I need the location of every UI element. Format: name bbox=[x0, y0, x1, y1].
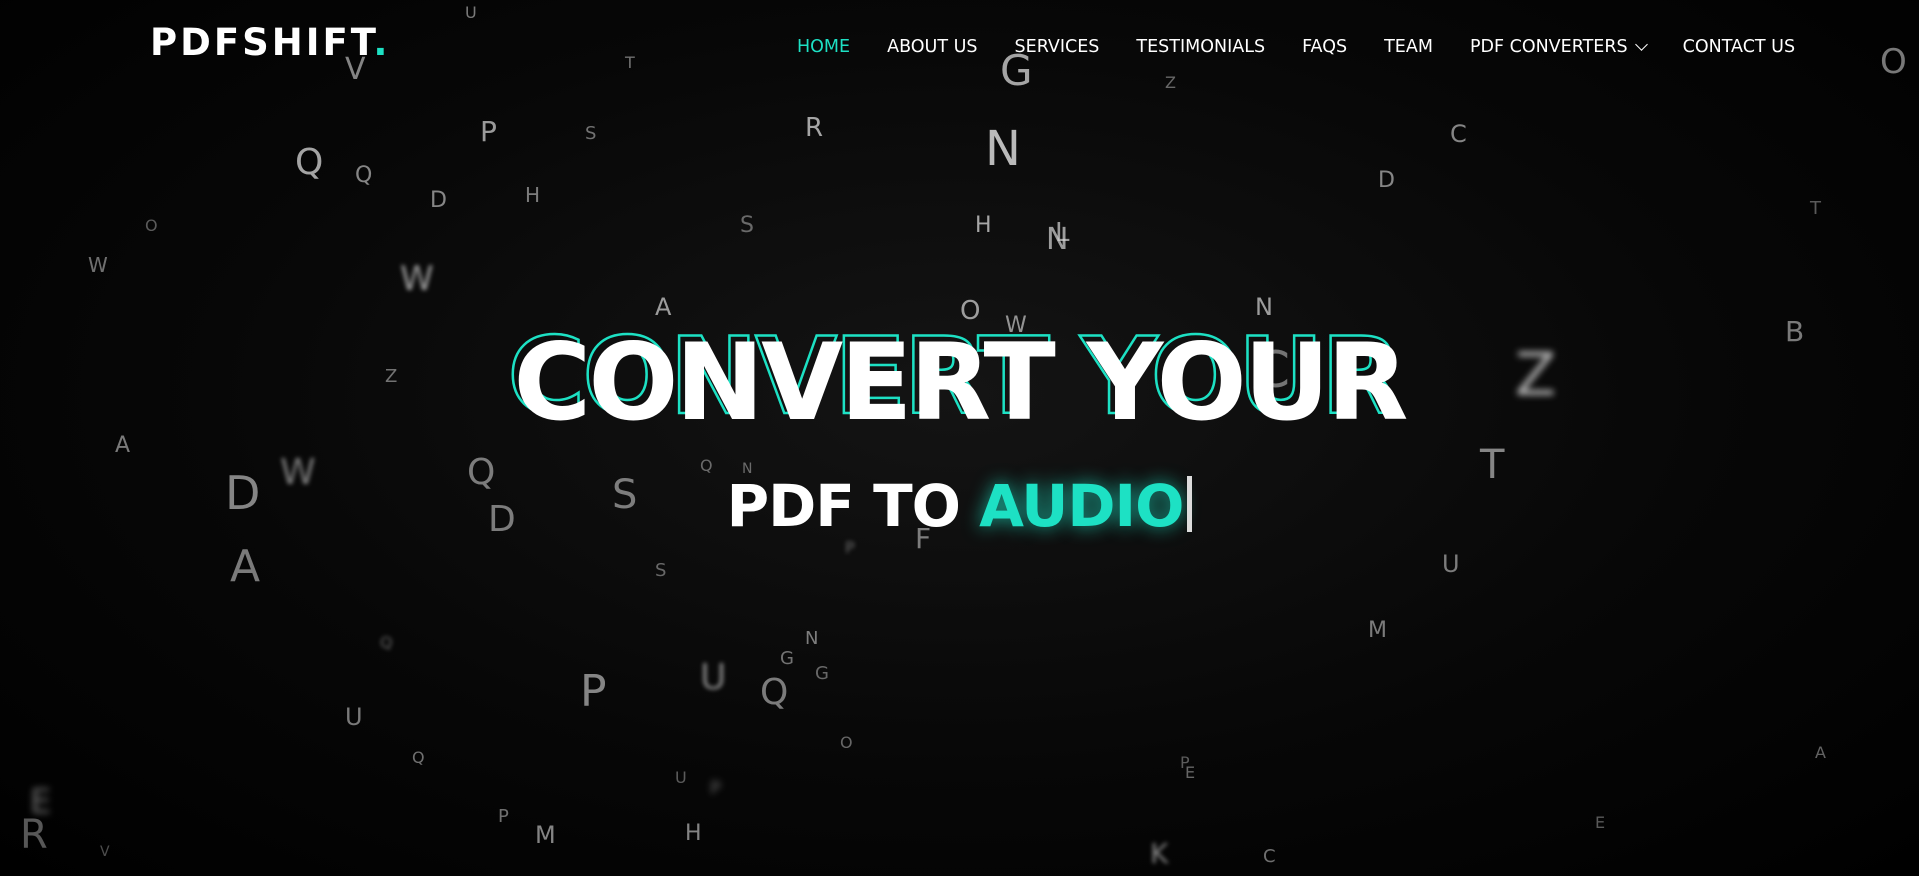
nav-item-label: PDF CONVERTERS bbox=[1469, 37, 1628, 57]
nav-item-about-us[interactable]: ABOUT US bbox=[887, 37, 977, 57]
background-letter: G bbox=[780, 648, 794, 669]
background-letter: U bbox=[700, 657, 727, 698]
background-letter: N bbox=[805, 628, 819, 649]
background-letter: S bbox=[655, 560, 667, 581]
background-letter: C bbox=[1263, 846, 1276, 867]
background-letter: K bbox=[1150, 837, 1169, 870]
background-letter: P bbox=[1180, 753, 1190, 772]
nav-item-label: SERVICES bbox=[1014, 37, 1100, 57]
background-letter: P bbox=[498, 806, 509, 827]
background-letter: T bbox=[1810, 198, 1821, 219]
background-letter: M bbox=[1368, 618, 1387, 643]
background-letter: P bbox=[845, 538, 855, 557]
brand-dot: . bbox=[373, 21, 391, 64]
background-letter: A bbox=[230, 541, 261, 592]
background-letter: P bbox=[710, 778, 721, 799]
nav-item-testimonials[interactable]: TESTIMONIALS bbox=[1136, 37, 1265, 57]
background-letter: H bbox=[685, 821, 702, 846]
background-letter: Q bbox=[355, 163, 373, 188]
background-letter: Q bbox=[412, 748, 425, 767]
nav-item-contact-us[interactable]: CONTACT US bbox=[1683, 37, 1795, 57]
main-nav: HOME ABOUT US SERVICES TESTIMONIALS FAQS… bbox=[797, 37, 1795, 57]
background-letter: G bbox=[815, 663, 829, 684]
background-letter: R bbox=[20, 812, 48, 858]
hero-section: UTVGZOPSRNCDQQDHWLOTHNSNWAOWBZZCATDWQDSQ… bbox=[0, 0, 1919, 876]
hero-headline: CONVERT YOUR CONVERT YOUR bbox=[0, 321, 1919, 444]
typing-caret bbox=[1187, 476, 1193, 532]
nav-item-pdf-converters[interactable]: PDF CONVERTERS bbox=[1469, 37, 1648, 57]
nav-item-label: HOME bbox=[797, 37, 851, 57]
background-letter: P bbox=[580, 666, 607, 717]
background-letter: P bbox=[480, 115, 497, 148]
hero-subline-highlight: AUDIO bbox=[979, 472, 1184, 540]
background-letter: U bbox=[1442, 550, 1460, 578]
background-letter: H bbox=[975, 213, 992, 238]
background-letter: A bbox=[1815, 743, 1826, 762]
background-letter: N bbox=[985, 121, 1021, 177]
background-letter: W bbox=[400, 259, 434, 299]
background-letter: U bbox=[675, 768, 687, 787]
background-letter: Q bbox=[760, 672, 789, 713]
nav-item-home[interactable]: HOME bbox=[797, 37, 850, 57]
background-letter: Q bbox=[295, 142, 324, 183]
background-letter: V bbox=[100, 844, 110, 860]
hero-headline-text: CONVERT YOUR bbox=[513, 321, 1409, 444]
brand-logo[interactable]: PDFSHIFT. bbox=[150, 24, 390, 61]
nav-item-services[interactable]: SERVICES bbox=[1015, 37, 1100, 57]
background-letter: D bbox=[430, 188, 447, 213]
background-letter: C bbox=[1450, 120, 1467, 148]
nav-item-label: CONTACT US bbox=[1682, 37, 1796, 57]
nav-item-label: FAQS bbox=[1302, 37, 1348, 57]
hero-subline: PDF TO AUDIO bbox=[0, 476, 1919, 535]
background-letter: H bbox=[525, 183, 541, 207]
background-letter: Q bbox=[380, 633, 393, 652]
background-letter: O bbox=[145, 216, 158, 235]
background-letter: A bbox=[115, 433, 131, 458]
hero-subline-prefix: PDF TO bbox=[726, 472, 980, 540]
background-letter: D bbox=[1378, 168, 1395, 193]
background-letter: O bbox=[840, 733, 853, 752]
background-letter: E bbox=[1595, 813, 1606, 832]
background-letter: U bbox=[345, 703, 363, 731]
background-letter: R bbox=[805, 113, 824, 143]
nav-item-faqs[interactable]: FAQS bbox=[1302, 37, 1347, 57]
nav-item-label: ABOUT US bbox=[887, 37, 978, 57]
background-letter: S bbox=[740, 213, 754, 238]
navbar: PDFSHIFT. HOME ABOUT US SERVICES TESTIMO… bbox=[0, 0, 1919, 94]
background-letter: Q bbox=[700, 456, 713, 475]
nav-item-label: TESTIMONIALS bbox=[1136, 37, 1266, 57]
brand-name: PDFSHIFT bbox=[150, 21, 374, 64]
background-letter: S bbox=[585, 123, 597, 144]
background-letter: W bbox=[88, 253, 108, 277]
background-letter: M bbox=[535, 821, 556, 849]
chevron-down-icon bbox=[1634, 37, 1648, 51]
nav-item-team[interactable]: TEAM bbox=[1384, 37, 1433, 57]
nav-item-label: TEAM bbox=[1384, 37, 1433, 57]
background-letter: N bbox=[1046, 222, 1069, 257]
